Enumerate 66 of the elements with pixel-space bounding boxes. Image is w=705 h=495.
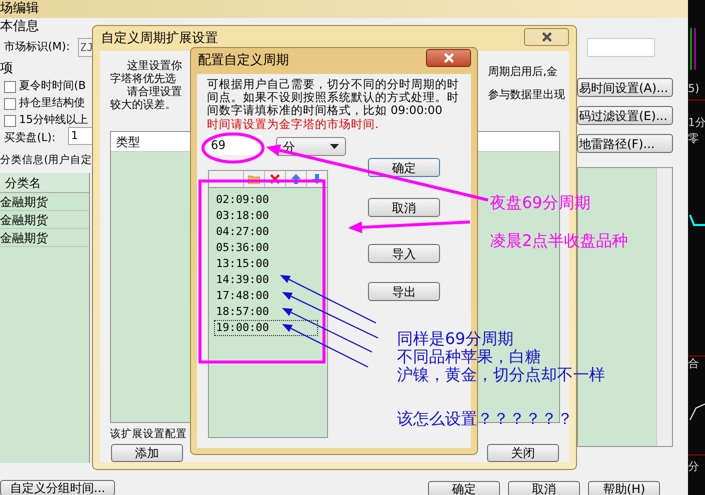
group-label: 分类信息(用户自定 [0,153,92,168]
table-cell: 金融期货 [0,229,89,247]
close-button[interactable] [524,28,569,46]
input-field[interactable] [587,38,655,57]
input-field[interactable]: 1 [68,127,94,145]
dialog-button[interactable]: 确定 [428,481,500,495]
time-item[interactable]: 17:48:00 [214,288,318,304]
dialog-button[interactable]: 确定 [368,158,440,177]
annotation-text: 凌晨2点半收盘品种 [490,231,628,251]
close-icon [540,32,552,42]
intro-text: 这里设置你 [126,59,182,72]
annotation-text: 该怎么设置？？？？？？ [397,410,573,428]
chart-label: 合 [688,357,699,370]
delete-icon [270,174,280,184]
close-button[interactable] [426,49,471,67]
chart-label: 分 [688,460,699,473]
checkbox[interactable] [4,80,16,92]
warning-text: 时间请设置为金字塔的市场时间. [207,117,379,131]
caret-icon [330,144,339,149]
settings-button[interactable]: 码过滤设置(E)... [577,106,673,125]
intro-text: 参与数据里出现 [488,88,565,101]
intro-text: 请合理设置 [126,85,182,98]
chart-label: 5) [688,82,700,95]
down-arrow-icon [312,174,322,184]
column-header: 分类名 [0,173,89,193]
checkbox-label: 夏令时时间(B [19,78,86,94]
window-title: 配置自定义周期 [197,52,289,70]
table-cell: 金融期货 [0,211,89,229]
window-title: 自定义周期扩展设置 [100,30,218,48]
checkbox[interactable] [4,114,16,126]
group-label: 项 [0,60,14,78]
note-text: 该扩展设置配置 [110,427,187,442]
intro-text: 字塔将优先选 [110,72,177,85]
time-item[interactable]: 03:18:00 [214,208,318,224]
highlight-ellipse [202,132,264,164]
custom-group-time-button[interactable]: 自定义分组时间... [0,480,115,495]
table-cell: 金融期货 [0,193,89,211]
time-item[interactable]: 05:36:00 [214,240,318,256]
intro-text: 较大的误差。 [110,98,177,111]
time-item[interactable]: 14:39:00 [214,272,318,288]
chart-label: 零 [688,132,699,145]
intro-text: 周期启用后,金 [488,65,558,78]
group-label: 本信息 [0,18,40,36]
dialog-button[interactable]: 取消 [368,198,440,217]
dialog-button[interactable]: 导出 [368,282,440,301]
settings-button[interactable]: 易时间设置(A)... [577,78,673,97]
checkbox-label: 15分钟线以上 [19,112,88,128]
scrollbar[interactable] [656,168,672,446]
field-label: 市场标识(M): [4,38,70,55]
time-item[interactable]: 02:09:00 [214,192,318,208]
checkbox-label: 持仓里结构使 [19,95,85,112]
up-arrow-icon [291,174,301,184]
checkbox[interactable] [4,98,16,110]
close-icon [442,53,454,63]
dialog-button[interactable]: 取消 [508,481,580,495]
time-item[interactable]: 13:15:00 [214,256,318,272]
dialog-button[interactable]: 帮助(H) [588,481,660,495]
time-item[interactable]: 04:27:00 [214,224,318,240]
settings-button[interactable]: 地雷路径(F)... [577,134,673,153]
add-button[interactable]: 添加 [111,444,183,462]
dialog-button[interactable]: 导入 [368,244,440,263]
window-title: 场编辑 [0,0,39,18]
time-item[interactable]: 18:57:00 [214,304,318,320]
description-text: 可根据用户自己需要，切分不同的分时周期的时间点。如果不设则按照系统默认的方式处理。时间数字请填标准的时间格式，比如 09:00:00 [207,78,460,117]
close-button[interactable]: 关闭 [487,444,559,462]
field-label: 买卖盘(L): [4,130,56,146]
